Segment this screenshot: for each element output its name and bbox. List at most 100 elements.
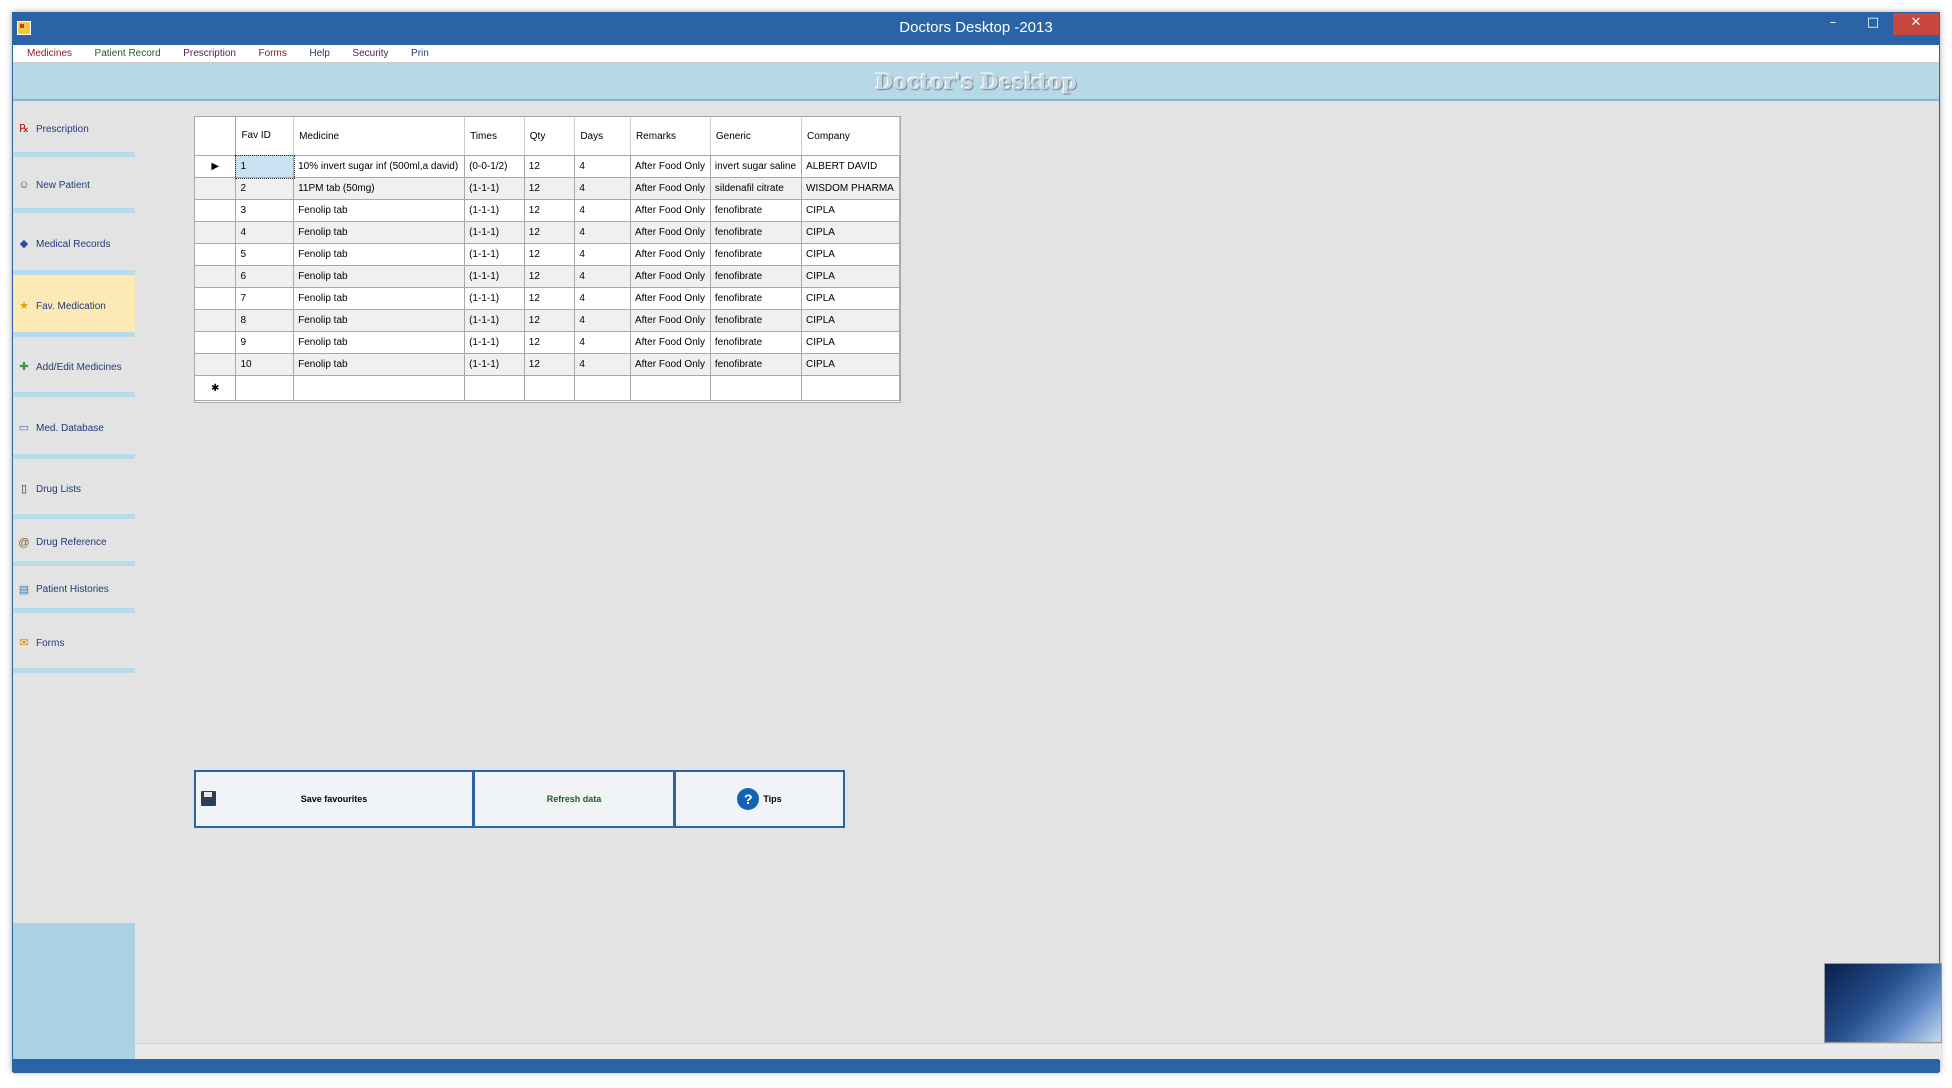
cell-remarks[interactable]: After Food Only <box>630 177 711 200</box>
cell-fav-id[interactable]: 10 <box>235 353 295 376</box>
cell-medicine[interactable]: Fenolip tab <box>293 287 466 310</box>
cell-days[interactable]: 4 <box>574 353 631 376</box>
menu-security[interactable]: Security <box>352 45 388 62</box>
row-header[interactable] <box>195 265 237 288</box>
cell-company[interactable]: CIPLA <box>801 243 900 266</box>
column-header-qty[interactable]: Qty <box>524 117 576 156</box>
cell-generic[interactable]: fenofibrate <box>710 221 803 244</box>
cell-times[interactable]: (1-1-1) <box>464 309 525 332</box>
tips-button[interactable]: ? Tips <box>674 770 845 828</box>
cell-generic[interactable]: fenofibrate <box>710 243 803 266</box>
new-row-cell[interactable] <box>235 375 295 401</box>
cell-qty[interactable]: 12 <box>524 331 576 354</box>
cell-medicine[interactable]: Fenolip tab <box>293 265 466 288</box>
cell-generic[interactable]: fenofibrate <box>710 353 803 376</box>
column-header-company[interactable]: Company <box>801 117 900 156</box>
cell-fav-id[interactable]: 5 <box>235 243 295 266</box>
cell-times[interactable]: (0-0-1/2) <box>464 155 525 178</box>
new-row-cell[interactable] <box>293 375 466 401</box>
cell-days[interactable]: 4 <box>574 287 631 310</box>
cell-company[interactable]: CIPLA <box>801 265 900 288</box>
cell-company[interactable]: CIPLA <box>801 309 900 332</box>
column-header-fav-id[interactable]: Fav ID <box>235 117 295 156</box>
cell-remarks[interactable]: After Food Only <box>630 221 711 244</box>
column-header-generic[interactable]: Generic <box>710 117 803 156</box>
cell-times[interactable]: (1-1-1) <box>464 353 525 376</box>
cell-qty[interactable]: 12 <box>524 287 576 310</box>
cell-generic[interactable]: fenofibrate <box>710 309 803 332</box>
cell-qty[interactable]: 12 <box>524 265 576 288</box>
favourites-grid[interactable]: Fav ID Medicine Times Qty Days Remarks Generic… <box>194 116 901 403</box>
menu-prescription[interactable]: Prescription <box>183 45 236 62</box>
menu-patient-record[interactable]: Patient Record <box>95 45 161 62</box>
cell-days[interactable]: 4 <box>574 221 631 244</box>
cell-medicine[interactable]: Fenolip tab <box>293 243 466 266</box>
cell-qty[interactable]: 12 <box>524 177 576 200</box>
sidebar-item-medical-records[interactable]: ◆ Medical Records <box>13 213 135 275</box>
cell-remarks[interactable]: After Food Only <box>630 309 711 332</box>
row-header[interactable] <box>195 243 237 266</box>
cell-company[interactable]: CIPLA <box>801 221 900 244</box>
cell-fav-id[interactable]: 9 <box>235 331 295 354</box>
cell-generic[interactable]: invert sugar saline <box>710 155 803 178</box>
minimize-button[interactable]: – <box>1813 13 1853 35</box>
cell-company[interactable]: CIPLA <box>801 287 900 310</box>
sidebar-item-add-edit-medicines[interactable]: ✚ Add/Edit Medicines <box>13 337 135 397</box>
cell-fav-id[interactable]: 4 <box>235 221 295 244</box>
cell-times[interactable]: (1-1-1) <box>464 199 525 222</box>
cell-times[interactable]: (1-1-1) <box>464 243 525 266</box>
cell-days[interactable]: 4 <box>574 331 631 354</box>
table-row[interactable]: 7 Fenolip tab (1-1-1) 12 4 After Food Only fen… <box>195 287 900 310</box>
cell-fav-id[interactable]: 8 <box>235 309 295 332</box>
column-header-days[interactable]: Days <box>574 117 631 156</box>
cell-medicine[interactable]: 10% invert sugar inf (500ml,a david) <box>293 155 466 178</box>
row-header[interactable] <box>195 331 237 354</box>
cell-days[interactable]: 4 <box>574 177 631 200</box>
cell-remarks[interactable]: After Food Only <box>630 155 711 178</box>
new-row-cell[interactable] <box>574 375 631 401</box>
cell-company[interactable]: WISDOM PHARMA <box>801 177 900 200</box>
title-bar[interactable]: Doctors Desktop -2013 – □ ✕ <box>13 13 1939 45</box>
menu-print[interactable]: Prin <box>411 45 429 62</box>
cell-company[interactable]: CIPLA <box>801 199 900 222</box>
refresh-data-button[interactable]: Refresh data <box>473 770 675 828</box>
cell-medicine[interactable]: 11PM tab (50mg) <box>293 177 466 200</box>
cell-generic[interactable]: fenofibrate <box>710 331 803 354</box>
table-row[interactable]: ▶ 1 10% invert sugar inf (500ml,a david) (0… <box>195 154 900 179</box>
cell-fav-id[interactable]: 6 <box>235 265 295 288</box>
sidebar-item-prescription[interactable]: ℞ Prescription <box>13 101 135 157</box>
cell-qty[interactable]: 12 <box>524 243 576 266</box>
menu-medicines[interactable]: Medicines <box>27 45 72 62</box>
cell-times[interactable]: (1-1-1) <box>464 265 525 288</box>
cell-qty[interactable]: 12 <box>524 155 576 178</box>
column-header-medicine[interactable]: Medicine <box>293 117 466 156</box>
table-row[interactable]: 2 11PM tab (50mg) (1-1-1) 12 4 After Food Onl… <box>195 177 900 200</box>
table-row[interactable]: 5 Fenolip tab (1-1-1) 12 4 After Food Only fen… <box>195 243 900 266</box>
cell-medicine[interactable]: Fenolip tab <box>293 331 466 354</box>
new-row-cell[interactable] <box>464 375 525 401</box>
sidebar-item-patient-histories[interactable]: ▤ Patient Histories <box>13 566 135 613</box>
cell-qty[interactable]: 12 <box>524 199 576 222</box>
new-row-cell[interactable] <box>524 375 576 401</box>
cell-remarks[interactable]: After Food Only <box>630 287 711 310</box>
cell-medicine[interactable]: Fenolip tab <box>293 199 466 222</box>
maximize-button[interactable]: □ <box>1853 13 1893 35</box>
cell-company[interactable]: ALBERT DAVID <box>801 155 900 178</box>
sidebar-item-drug-lists[interactable]: ▯ Drug Lists <box>13 459 135 519</box>
column-header-remarks[interactable]: Remarks <box>630 117 711 156</box>
cell-medicine[interactable]: Fenolip tab <box>293 221 466 244</box>
cell-days[interactable]: 4 <box>574 265 631 288</box>
sidebar-item-forms[interactable]: ✉ Forms <box>13 613 135 673</box>
row-header[interactable] <box>195 309 237 332</box>
sidebar-item-new-patient[interactable]: ☺ New Patient <box>13 157 135 213</box>
table-row[interactable]: 3 Fenolip tab (1-1-1) 12 4 After Food Only fen… <box>195 199 900 222</box>
cell-medicine[interactable]: Fenolip tab <box>293 353 466 376</box>
cell-days[interactable]: 4 <box>574 243 631 266</box>
cell-generic[interactable]: sildenafil citrate <box>710 177 803 200</box>
cell-qty[interactable]: 12 <box>524 221 576 244</box>
save-favourites-button[interactable]: Save favourites <box>194 770 474 828</box>
cell-generic[interactable]: fenofibrate <box>710 199 803 222</box>
menu-help[interactable]: Help <box>309 45 330 62</box>
new-row[interactable]: ✱ <box>195 375 900 401</box>
cell-company[interactable]: CIPLA <box>801 331 900 354</box>
